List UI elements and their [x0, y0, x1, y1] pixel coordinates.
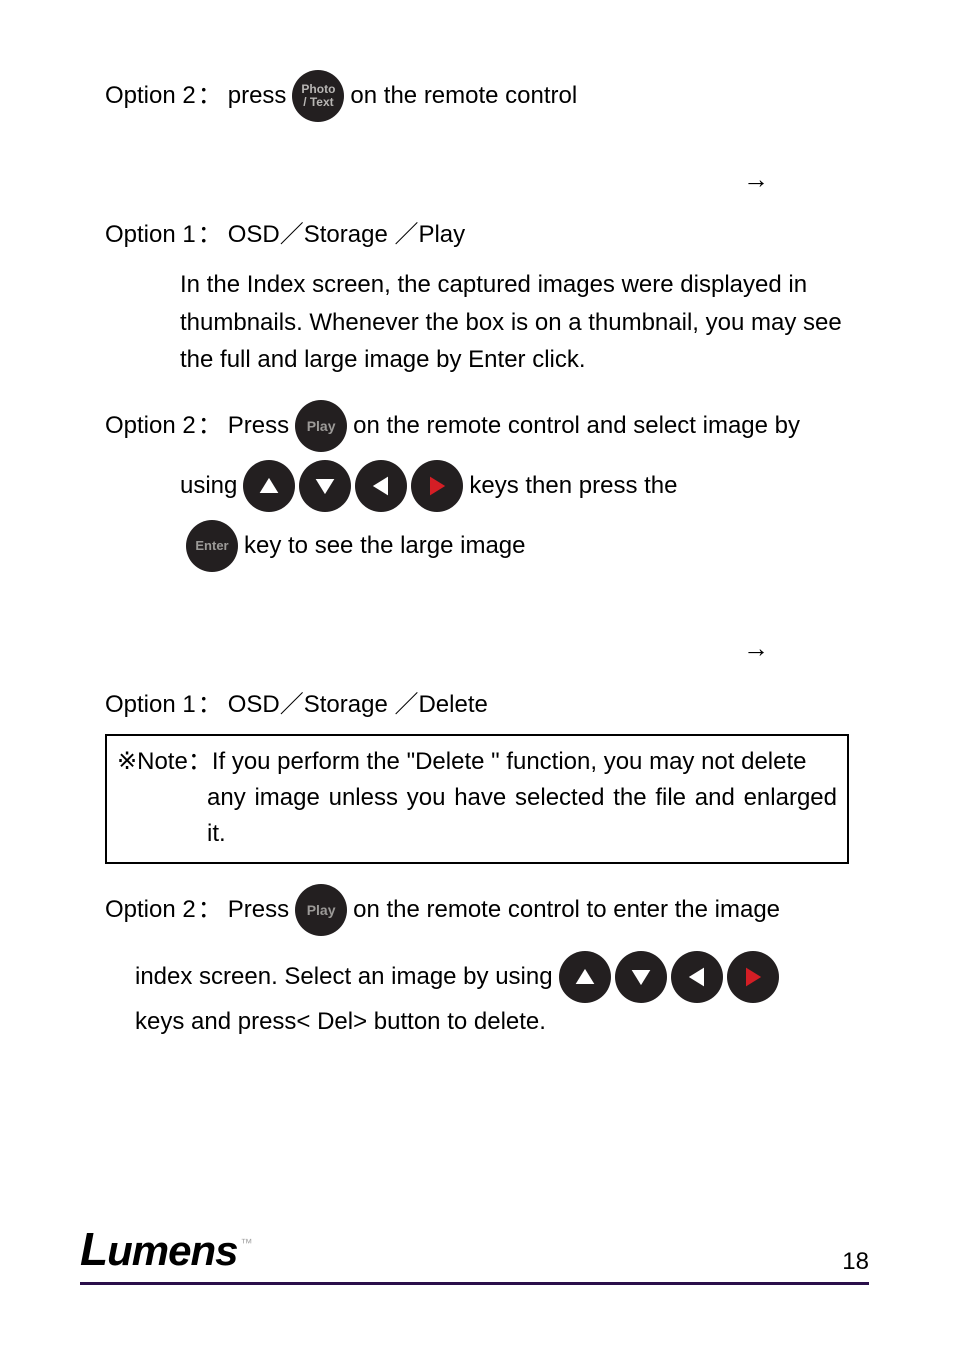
- colon: ：: [198, 77, 222, 115]
- after-text: on the remote control: [350, 77, 577, 115]
- arrow-right-icon: →: [743, 164, 769, 195]
- arrow-right-icon: →: [743, 633, 769, 664]
- index-select-text: index screen. Select an image by using: [135, 958, 553, 996]
- key-tosee-text: key to see the large image: [244, 527, 526, 565]
- note-prefix: ※Note: [117, 748, 188, 775]
- delete-option1-line: Option 1 ： OSD／Storage ／Delete: [105, 686, 849, 724]
- play-option2-line2: using keys then press the: [105, 460, 849, 512]
- play-icon: Play: [295, 884, 347, 936]
- arrow-keys-group: [241, 460, 465, 512]
- arrow-left-icon: [671, 951, 723, 1003]
- press-word: Press: [228, 407, 289, 445]
- heading-browse: →: [105, 160, 849, 198]
- after-play-text: on the remote control and select image b…: [353, 407, 800, 445]
- logo-rest: umens: [107, 1227, 237, 1275]
- note-line1: If you perform the "Delete " function, y…: [212, 748, 807, 775]
- logo-letter-l: L: [80, 1222, 107, 1276]
- arrow-up-icon: [559, 951, 611, 1003]
- keys-del-text: keys and press< Del> button to delete.: [135, 1003, 546, 1041]
- play-icon: Play: [295, 400, 347, 452]
- play-option2-line1: Option 2 ： Press Play on the remote cont…: [105, 400, 849, 452]
- option1-label: Option 1: [105, 686, 196, 724]
- arrow-right-icon: [727, 951, 779, 1003]
- arrow-up-icon: [243, 460, 295, 512]
- press-word: press: [228, 77, 287, 115]
- using-word: using: [180, 467, 237, 505]
- option1-label: Option 1: [105, 216, 196, 254]
- photo-text-icon: Photo/ Text: [292, 70, 344, 122]
- colon: ：: [198, 686, 222, 724]
- option2-label: Option 2: [105, 407, 196, 445]
- play-option1-line: Option 1 ： OSD／Storage ／Play: [105, 216, 849, 254]
- arrow-down-icon: [299, 460, 351, 512]
- arrow-left-icon: [355, 460, 407, 512]
- play-option2-line3: Enter key to see the large image: [105, 520, 849, 572]
- top-option2-line: Option 2 ： press Photo/ Text on the remo…: [105, 70, 849, 122]
- arrow-down-icon: [615, 951, 667, 1003]
- lumens-logo: L umens ™: [80, 1222, 252, 1276]
- delete-option2-line3: keys and press< Del> button to delete.: [105, 1003, 849, 1041]
- delete-option2-line2: index screen. Select an image by using: [105, 951, 849, 1003]
- osd-path: OSD／Storage ／Play: [228, 216, 465, 254]
- colon: ：: [198, 891, 222, 929]
- after-play-text: on the remote control to enter the image: [353, 891, 780, 929]
- page-number: 18: [842, 1248, 869, 1276]
- colon: ：: [198, 407, 222, 445]
- keys-then-text: keys then press the: [469, 467, 677, 505]
- option2-label: Option 2: [105, 891, 196, 929]
- trademark-icon: ™: [240, 1236, 252, 1250]
- page-content: Option 2 ： press Photo/ Text on the remo…: [0, 0, 954, 1042]
- note-line2: any image unless you have selected the f…: [117, 780, 837, 852]
- arrow-right-icon: [411, 460, 463, 512]
- press-word: Press: [228, 891, 289, 929]
- note-colon: ：: [188, 748, 212, 775]
- page-footer: L umens ™ 18: [80, 1222, 869, 1285]
- colon: ：: [198, 216, 222, 254]
- arrow-keys-group-2: [557, 951, 781, 1003]
- enter-icon: Enter: [186, 520, 238, 572]
- delete-option2-line1: Option 2 ： Press Play on the remote cont…: [105, 884, 849, 936]
- play-paragraph: In the Index screen, the captured images…: [105, 266, 849, 378]
- osd-path-delete: OSD／Storage ／Delete: [228, 686, 488, 724]
- note-box: ※Note：If you perform the "Delete " funct…: [105, 734, 849, 864]
- heading-delete: →: [105, 630, 849, 668]
- option2-label: Option 2: [105, 77, 196, 115]
